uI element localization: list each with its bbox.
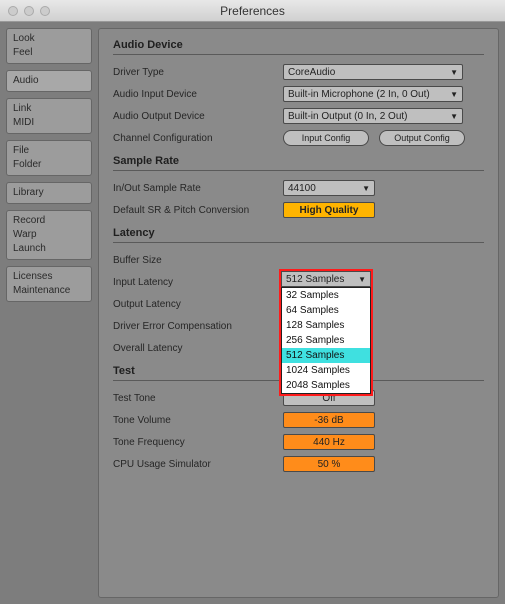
sidebar-item-feel: Feel — [13, 46, 85, 60]
main-panel: Audio Device Driver Type CoreAudio ▼ Aud… — [98, 28, 499, 598]
sidebar-item-midi: MIDI — [13, 116, 85, 130]
select-driver-type-value: CoreAudio — [288, 67, 335, 78]
row-io-sample-rate: In/Out Sample Rate 44100 ▼ — [113, 177, 484, 199]
sidebar-item-record: Record — [13, 214, 85, 228]
sidebar-item-look: Look — [13, 32, 85, 46]
sidebar-group-file[interactable]: File Folder — [6, 140, 92, 176]
sidebar-item-audio: Audio — [13, 74, 85, 88]
buffer-size-dropdown[interactable]: 512 Samples ▼ 32 Samples 64 Samples 128 … — [279, 269, 373, 396]
buffer-size-selected[interactable]: 512 Samples ▼ — [281, 271, 371, 287]
window-body: Look Feel Audio Link MIDI File Folder Li… — [0, 22, 505, 604]
sidebar-item-licenses: Licenses — [13, 270, 85, 284]
label-output-device: Audio Output Device — [113, 111, 283, 122]
sidebar-item-launch: Launch — [13, 242, 85, 256]
sidebar-group-library[interactable]: Library — [6, 182, 92, 204]
sidebar-group-record[interactable]: Record Warp Launch — [6, 210, 92, 260]
titlebar: Preferences — [0, 0, 505, 22]
select-input-device-value: Built-in Microphone (2 In, 0 Out) — [288, 89, 430, 100]
sidebar-item-folder: Folder — [13, 158, 85, 172]
slider-tone-volume[interactable]: -36 dB — [283, 412, 375, 428]
buffer-size-option-256[interactable]: 256 Samples — [282, 333, 370, 348]
row-driver-type: Driver Type CoreAudio ▼ — [113, 61, 484, 83]
buffer-size-option-64[interactable]: 64 Samples — [282, 303, 370, 318]
buffer-size-option-512[interactable]: 512 Samples — [282, 348, 370, 363]
label-sr-pitch: Default SR & Pitch Conversion — [113, 205, 283, 216]
row-input-device: Audio Input Device Built-in Microphone (… — [113, 83, 484, 105]
buffer-size-option-128[interactable]: 128 Samples — [282, 318, 370, 333]
slider-tone-freq[interactable]: 440 Hz — [283, 434, 375, 450]
select-driver-type[interactable]: CoreAudio ▼ — [283, 64, 463, 80]
label-driver-type: Driver Type — [113, 67, 283, 78]
label-buffer-size: Buffer Size — [113, 255, 283, 266]
section-sample-rate: Sample Rate — [113, 155, 484, 171]
chevron-down-icon: ▼ — [362, 184, 370, 193]
label-io-sample-rate: In/Out Sample Rate — [113, 183, 283, 194]
select-input-device[interactable]: Built-in Microphone (2 In, 0 Out) ▼ — [283, 86, 463, 102]
buffer-size-option-list: 32 Samples 64 Samples 128 Samples 256 Sa… — [281, 287, 371, 394]
preferences-window: Preferences Look Feel Audio Link MIDI Fi… — [0, 0, 505, 604]
sidebar-item-warp: Warp — [13, 228, 85, 242]
row-tone-freq: Tone Frequency 440 Hz — [113, 431, 484, 453]
buffer-size-option-32[interactable]: 32 Samples — [282, 288, 370, 303]
window-title: Preferences — [0, 4, 505, 18]
select-output-device-value: Built-in Output (0 In, 2 Out) — [288, 111, 408, 122]
toggle-sr-pitch[interactable]: High Quality — [283, 202, 375, 218]
row-buffer-size: Buffer Size — [113, 249, 484, 271]
select-io-sample-rate-value: 44100 — [288, 183, 316, 194]
sidebar-item-file: File — [13, 144, 85, 158]
row-tone-volume: Tone Volume -36 dB — [113, 409, 484, 431]
label-driver-error: Driver Error Compensation — [113, 321, 283, 332]
section-latency: Latency — [113, 227, 484, 243]
row-sr-pitch: Default SR & Pitch Conversion High Quali… — [113, 199, 484, 221]
label-input-latency: Input Latency — [113, 277, 283, 288]
label-cpu-sim: CPU Usage Simulator — [113, 459, 283, 470]
label-tone-freq: Tone Frequency — [113, 437, 283, 448]
label-channel-config: Channel Configuration — [113, 133, 283, 144]
label-input-device: Audio Input Device — [113, 89, 283, 100]
buffer-size-option-2048[interactable]: 2048 Samples — [282, 378, 370, 393]
chevron-down-icon: ▼ — [450, 90, 458, 99]
input-config-button[interactable]: Input Config — [283, 130, 369, 146]
sidebar-group-link[interactable]: Link MIDI — [6, 98, 92, 134]
sidebar-item-link: Link — [13, 102, 85, 116]
sidebar-item-maintenance: Maintenance — [13, 284, 85, 298]
sidebar-group-audio[interactable]: Audio — [6, 70, 92, 92]
chevron-down-icon: ▼ — [450, 112, 458, 121]
label-tone-volume: Tone Volume — [113, 415, 283, 426]
select-io-sample-rate[interactable]: 44100 ▼ — [283, 180, 375, 196]
label-test-tone: Test Tone — [113, 393, 283, 404]
output-config-button[interactable]: Output Config — [379, 130, 465, 146]
row-channel-config: Channel Configuration Input Config Outpu… — [113, 127, 484, 149]
buffer-size-selected-value: 512 Samples — [286, 274, 344, 285]
sidebar-group-look[interactable]: Look Feel — [6, 28, 92, 64]
label-output-latency: Output Latency — [113, 299, 283, 310]
buffer-size-option-1024[interactable]: 1024 Samples — [282, 363, 370, 378]
select-output-device[interactable]: Built-in Output (0 In, 2 Out) ▼ — [283, 108, 463, 124]
sidebar-group-licenses[interactable]: Licenses Maintenance — [6, 266, 92, 302]
row-output-device: Audio Output Device Built-in Output (0 I… — [113, 105, 484, 127]
section-audio-device: Audio Device — [113, 39, 484, 55]
sidebar-item-library: Library — [13, 186, 85, 200]
chevron-down-icon: ▼ — [358, 275, 366, 284]
slider-cpu-sim[interactable]: 50 % — [283, 456, 375, 472]
row-cpu-sim: CPU Usage Simulator 50 % — [113, 453, 484, 475]
sidebar: Look Feel Audio Link MIDI File Folder Li… — [6, 28, 92, 598]
label-overall-latency: Overall Latency — [113, 343, 283, 354]
chevron-down-icon: ▼ — [450, 68, 458, 77]
